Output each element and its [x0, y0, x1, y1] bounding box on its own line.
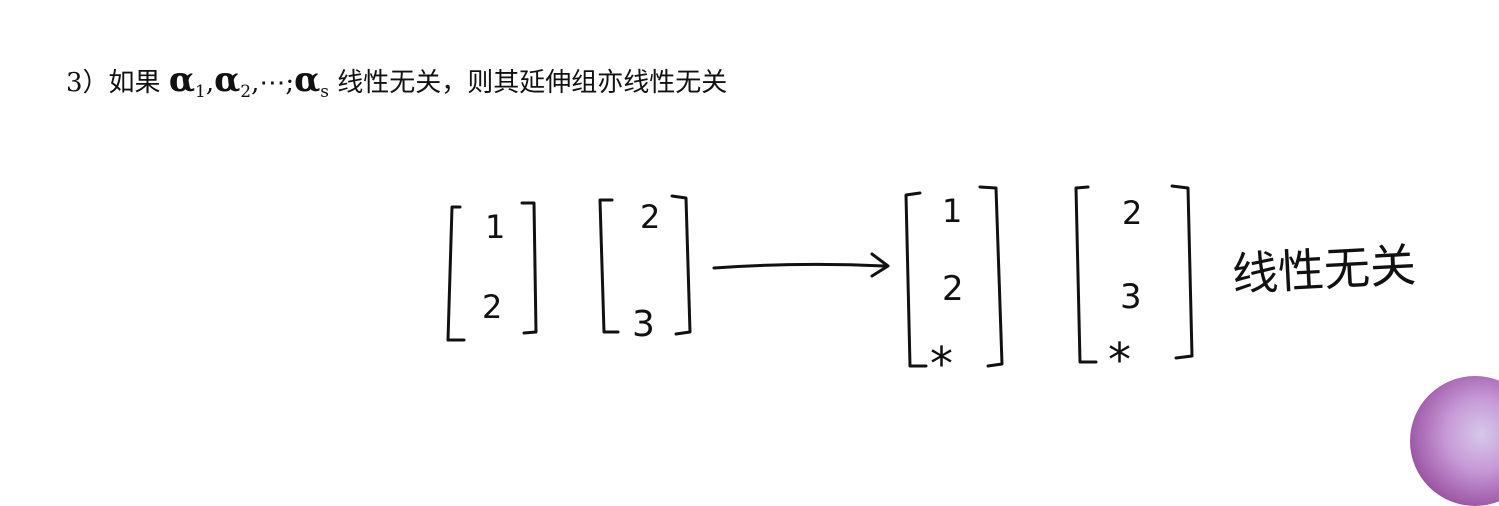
- bracket-left: [904, 191, 928, 368]
- w2-top: 2: [1122, 194, 1142, 232]
- bracket-right: [1170, 184, 1194, 360]
- w2-bottom: *: [1108, 333, 1131, 387]
- w2-mid: 3: [1120, 277, 1142, 317]
- w1-bottom: *: [930, 337, 953, 391]
- handwritten-note: 线性无关: [1231, 238, 1418, 302]
- v1-bottom: 2: [482, 288, 502, 326]
- handwritten-example: 1 2 2 3 1 2 * 2 3 * 线性无关: [446, 184, 1418, 391]
- bracket-right: [670, 194, 692, 336]
- v2-bottom: 3: [632, 304, 655, 345]
- bracket-right: [978, 185, 1004, 368]
- bracket-left: [446, 205, 466, 342]
- w1-mid: 2: [942, 269, 964, 309]
- bracket-left: [598, 198, 620, 334]
- v2-top: 2: [640, 198, 660, 236]
- w1-top: 1: [942, 192, 962, 230]
- bracket-right: [520, 201, 538, 335]
- v1-top: 1: [485, 208, 505, 246]
- arrow: [712, 262, 886, 270]
- bracket-left: [1074, 185, 1098, 364]
